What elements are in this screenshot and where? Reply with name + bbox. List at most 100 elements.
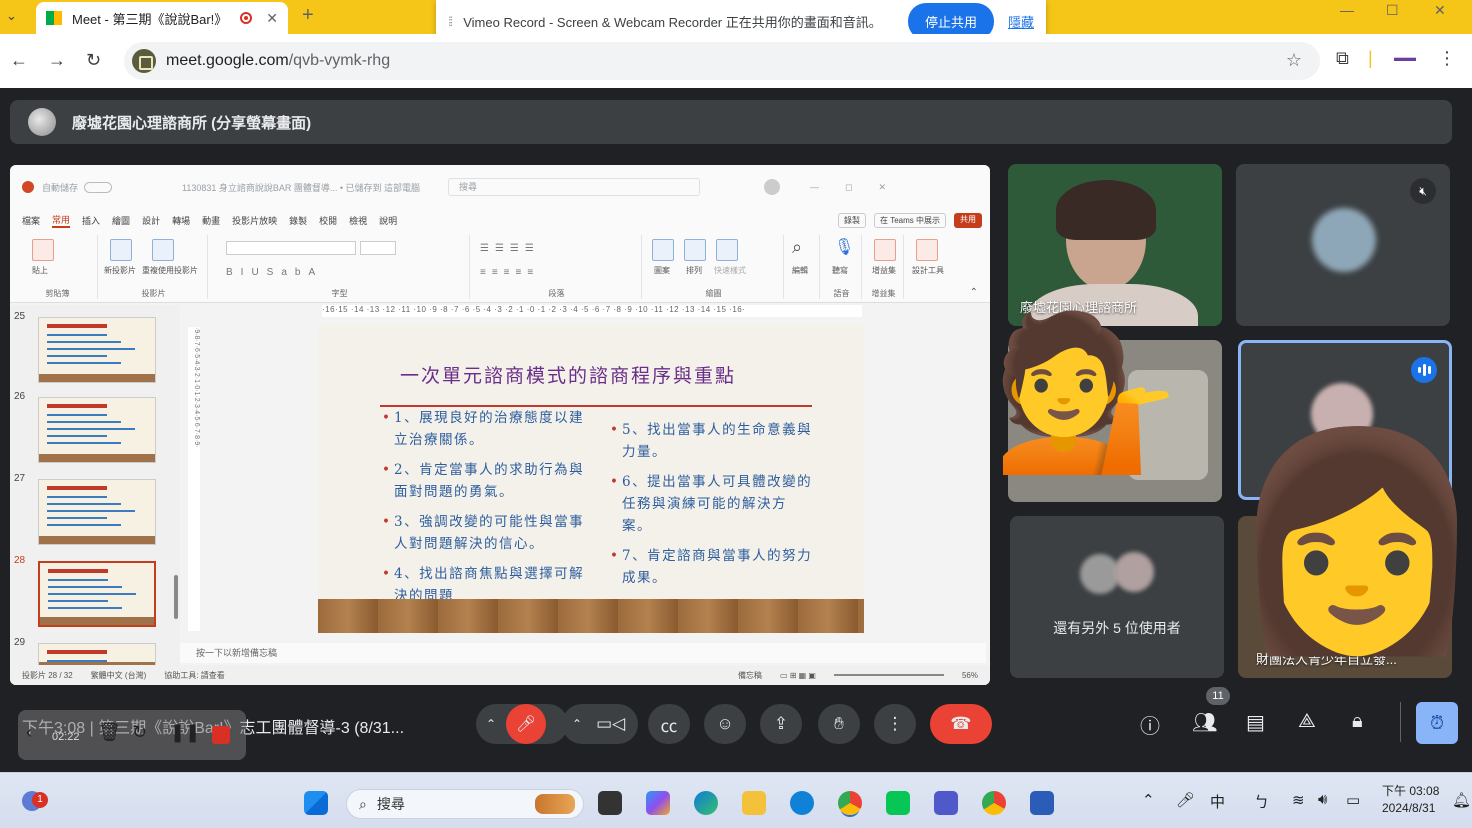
task-view-icon[interactable]: [598, 791, 622, 815]
browser-tab-meet[interactable]: Meet - 第三期《說說Bar!》 ✕: [36, 2, 288, 34]
ppt-share-button[interactable]: 共用: [954, 212, 982, 228]
ppt-close-icon[interactable]: ✕: [879, 182, 887, 193]
ppt-menu-item[interactable]: 插入: [82, 214, 100, 227]
collapse-ribbon-chevron-icon[interactable]: ⌃: [970, 287, 978, 298]
dictate-label[interactable]: 聽寫: [832, 265, 848, 276]
chrome-profile-icon[interactable]: [982, 791, 1006, 815]
people-icon[interactable]: 👥︎: [1192, 710, 1217, 735]
mic-options-chevron-icon[interactable]: ⌃: [486, 717, 496, 731]
designer-label[interactable]: 設計工具: [912, 265, 944, 276]
new-slide-icon[interactable]: [110, 239, 132, 261]
ppt-search-box[interactable]: 搜尋: [448, 178, 701, 196]
leave-call-button[interactable]: ☎︎: [930, 704, 992, 744]
reuse-slide-label[interactable]: 重複使用投影片: [142, 265, 198, 276]
recorder-pause-icon[interactable]: ❚❚: [170, 722, 200, 743]
ppt-menu-item[interactable]: 檢視: [349, 214, 367, 227]
bookmark-star-icon[interactable]: ☆: [1286, 50, 1302, 71]
taskbar-search[interactable]: ⌕ 搜尋: [346, 789, 584, 819]
addins-label[interactable]: 增益集: [872, 265, 896, 276]
zoom-slider[interactable]: [833, 674, 944, 676]
captions-button[interactable]: ㏄: [648, 704, 690, 744]
volume-icon[interactable]: 🔊︎: [1318, 791, 1327, 808]
camera-button-icon[interactable]: ▭◁: [596, 714, 625, 734]
ime-indicator[interactable]: 中: [1210, 791, 1225, 812]
paste-icon[interactable]: [32, 239, 54, 261]
ppt-menu-item[interactable]: 校閱: [319, 214, 337, 227]
recorder-delete-icon[interactable]: 🗑︎: [98, 722, 121, 743]
chat-icon[interactable]: ▤: [1246, 710, 1265, 735]
ppt-menu-item[interactable]: 投影片放映: [232, 214, 277, 227]
accessibility-status[interactable]: 協助工具: 請查看: [164, 670, 224, 681]
dictate-mic-icon[interactable]: 🎙: [834, 237, 854, 257]
recorder-back-icon[interactable]: ‹: [26, 722, 32, 743]
battery-icon[interactable]: ▭: [1346, 791, 1360, 809]
notes-pane[interactable]: 按一下以新增備忘稿: [180, 643, 986, 663]
reuse-slide-icon[interactable]: [152, 239, 174, 261]
chrome-menu-icon[interactable]: ⋮: [1438, 48, 1456, 69]
recorder-restart-icon[interactable]: ↻: [132, 722, 147, 743]
participant-tile-blurred-1[interactable]: 🔇︎: [1236, 164, 1450, 326]
recorder-stop-icon[interactable]: [212, 726, 230, 744]
slide-scrollbar[interactable]: [982, 305, 988, 665]
hide-banner-link[interactable]: 隱藏: [1008, 12, 1034, 31]
activities-shapes-icon[interactable]: ⟁: [1298, 710, 1316, 733]
slide-thumbnail[interactable]: [38, 479, 156, 545]
raise-hand-button[interactable]: ✋︎: [818, 704, 860, 744]
minimize-window-icon[interactable]: —: [1340, 2, 1354, 18]
present-screen-button[interactable]: ⇪: [760, 704, 802, 744]
scrollbar-thumb[interactable]: [174, 575, 178, 619]
maximize-window-icon[interactable]: ☐: [1386, 2, 1399, 19]
notification-bell-icon[interactable]: 🔔︎: [1452, 791, 1471, 809]
skype-icon[interactable]: [790, 791, 814, 815]
new-slide-label[interactable]: 新投影片: [104, 265, 136, 276]
word-icon[interactable]: [1030, 791, 1054, 815]
extensions-puzzle-icon[interactable]: ⧉: [1336, 48, 1349, 69]
vimeo-extension-icon[interactable]: ▬▬: [1394, 52, 1416, 64]
font-format-icons[interactable]: BIUSabA: [226, 267, 323, 278]
arrange-icon[interactable]: [684, 239, 706, 261]
ppt-menu-item[interactable]: 錄製: [289, 214, 307, 227]
tab-search-chevron-icon[interactable]: ⌄: [6, 8, 17, 24]
ppt-menu-item[interactable]: 繪圖: [112, 214, 130, 227]
zoom-level[interactable]: 56%: [962, 671, 990, 680]
quick-styles-icon[interactable]: [716, 239, 738, 261]
windows-start-icon[interactable]: [304, 791, 328, 815]
alarm-clock-button[interactable]: ⏰︎: [1416, 702, 1458, 744]
taskbar-clock[interactable]: 下午 03:08 2024/8/31: [1382, 783, 1439, 817]
font-name-select[interactable]: [226, 241, 356, 255]
proofing-language[interactable]: 繁體中文 (台灣): [91, 670, 147, 681]
ppt-menu-item[interactable]: 動畫: [202, 214, 220, 227]
ppt-user-avatar[interactable]: [764, 179, 781, 195]
ppt-menu-item[interactable]: 設計: [142, 214, 160, 227]
current-slide[interactable]: 一次單元諮商模式的諮商程序與重點 1、展現良好的治療態度以建立治療關係。 2、肯定…: [318, 325, 864, 633]
font-size-select[interactable]: [360, 241, 396, 255]
ppt-menu-item[interactable]: 轉場: [172, 214, 190, 227]
align-icons[interactable]: ≡≡≡≡≡: [480, 267, 539, 278]
ppt-restore-icon[interactable]: ◻: [845, 182, 852, 193]
ppt-menu-item[interactable]: 常用: [52, 213, 71, 228]
file-explorer-icon[interactable]: [742, 791, 766, 815]
ime-mode-icon[interactable]: ㄅ: [1254, 791, 1269, 812]
shapes-label[interactable]: 圖案: [654, 265, 670, 276]
chrome-icon[interactable]: [838, 791, 862, 815]
ppt-menu-item[interactable]: 檔案: [22, 214, 40, 227]
participant-tile-host[interactable]: 廢墟花園心理諮商所: [1008, 164, 1222, 326]
editing-search-icon[interactable]: ⌕: [792, 237, 802, 258]
tab-close-icon[interactable]: ✕: [266, 10, 278, 27]
thumbnail-scrollbar[interactable]: [174, 313, 178, 653]
ppt-record-button[interactable]: 錄製: [837, 212, 866, 228]
autosave-toggle[interactable]: [84, 181, 113, 193]
line-app-icon[interactable]: [886, 791, 910, 815]
editing-label[interactable]: 編輯: [792, 265, 808, 276]
reactions-button[interactable]: ☺: [704, 704, 746, 744]
participant-tile-others[interactable]: 還有另外 5 位使用者: [1010, 516, 1224, 678]
ppt-minimize-icon[interactable]: —: [810, 182, 819, 192]
host-controls-lock-icon[interactable]: 🔒︎: [1352, 710, 1363, 733]
back-arrow-icon[interactable]: ←: [10, 50, 28, 71]
view-buttons-icon[interactable]: ▭ ⊞ ▦ ▣: [780, 671, 816, 680]
addins-icon[interactable]: [874, 239, 896, 261]
tray-overflow-chevron-icon[interactable]: ⌃: [1142, 791, 1155, 809]
site-info-icon[interactable]: [132, 49, 156, 73]
drag-handle-icon[interactable]: ⁞⁞: [448, 14, 453, 29]
copilot-icon[interactable]: [646, 791, 670, 815]
